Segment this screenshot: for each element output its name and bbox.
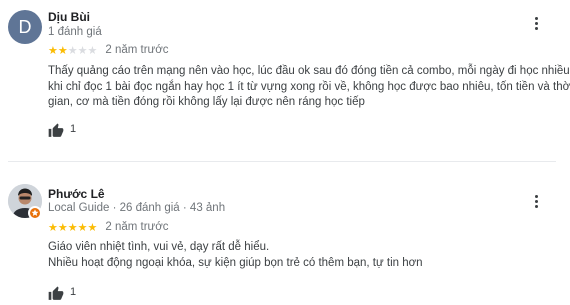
review-text-line: Giáo viên nhiệt tình, vui vẻ, dạy rất dễ… (48, 241, 270, 253)
thumbs-up-icon (48, 123, 64, 137)
divider (8, 161, 556, 162)
star-filled-icon: ★ (57, 45, 68, 57)
star-filled-icon: ★ (48, 222, 58, 234)
star-filled-icon: ★ (87, 222, 98, 234)
star-empty-icon: ★ (87, 45, 98, 57)
reviewer-meta: Local Guide · 26 đánh giá · 43 ảnh (48, 202, 226, 214)
local-guide-star-icon (28, 206, 42, 220)
rating-row: ★★★★★ 2 năm trước (48, 43, 169, 57)
star-empty-icon: ★ (67, 45, 78, 57)
thumbs-up-icon (48, 286, 64, 300)
review-text-line: Thấy quảng cáo trên mạng nên vào học, lú… (48, 65, 570, 77)
review-card: Phước Lê Local Guide · 26 đánh giá · 43 … (0, 163, 570, 305)
reviewer-avatar[interactable]: D (8, 10, 42, 44)
review-card: D Dịu Bùi 1 đánh giá ★★★★★ 2 năm trước T… (0, 0, 570, 163)
review-text: Giáo viên nhiệt tình, vui vẻ, dạy rất dễ… (48, 240, 548, 271)
review-date: 2 năm trước (105, 44, 169, 56)
star-filled-icon: ★ (77, 222, 88, 234)
star-rating: ★★★★★ (48, 218, 97, 236)
more-vert-icon (534, 194, 538, 198)
reviewer-name[interactable]: Dịu Bùi (48, 10, 90, 24)
more-options-button[interactable] (530, 193, 542, 209)
star-empty-icon: ★ (77, 45, 88, 57)
star-filled-icon: ★ (48, 45, 58, 57)
reviewer-name[interactable]: Phước Lê (48, 187, 105, 201)
like-count: 1 (70, 123, 77, 135)
review-text-line: khi chỉ đọc 1 bài đọc ngắn hay học 1 ít … (48, 80, 570, 93)
star-filled-icon: ★ (57, 222, 68, 234)
review-text-line: gian, cơ mà tiền đóng rồi không lấy lại … (48, 96, 365, 108)
rating-row: ★★★★★ 2 năm trước (48, 220, 169, 234)
reviewer-meta: 1 đánh giá (48, 26, 102, 38)
star-rating: ★★★★★ (48, 41, 97, 59)
more-options-button[interactable] (530, 15, 542, 31)
star-filled-icon: ★ (67, 222, 78, 234)
like-button[interactable]: 1 (48, 284, 76, 300)
review-text-line: Nhiều hoạt động ngoại khóa, sự kiện giúp… (48, 256, 423, 269)
more-vert-icon (534, 16, 538, 20)
review-text: Thấy quảng cáo trên mạng nên vào học, lú… (48, 64, 570, 111)
like-count: 1 (70, 286, 77, 298)
like-button[interactable]: 1 (48, 121, 76, 137)
review-date: 2 năm trước (105, 221, 169, 233)
